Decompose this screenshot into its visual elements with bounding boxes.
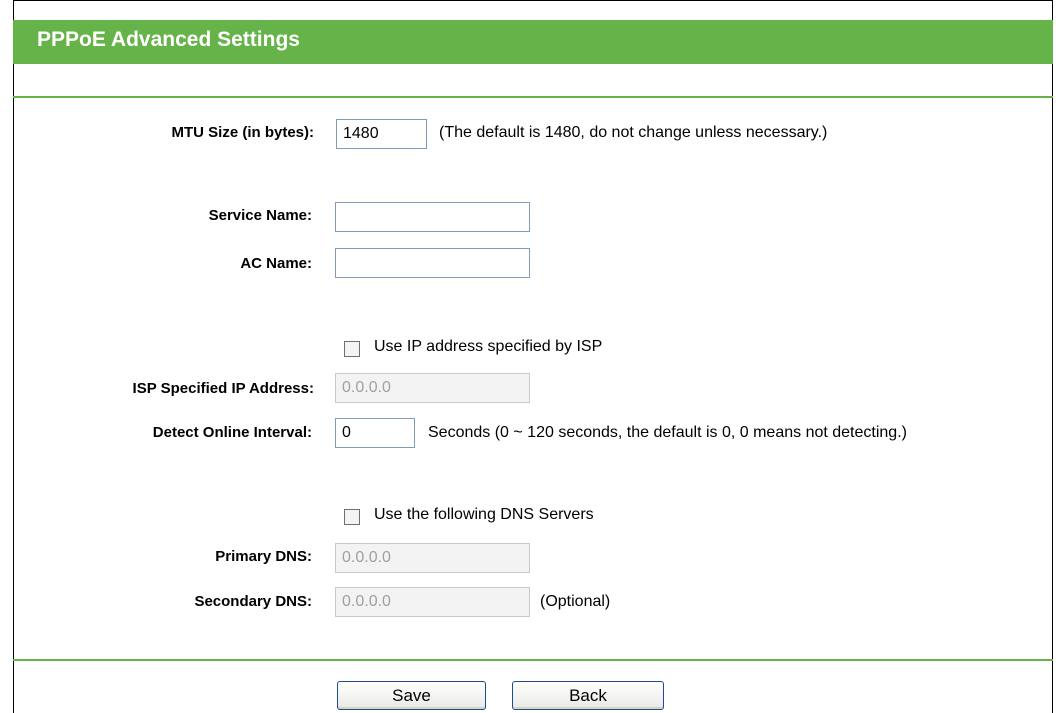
detect-interval-input[interactable] <box>335 418 415 448</box>
service-name-input[interactable] <box>335 202 530 232</box>
secondary-dns-label: Secondary DNS: <box>194 593 312 610</box>
detect-interval-label: Detect Online Interval: <box>152 424 312 441</box>
ac-name-input[interactable] <box>335 248 530 278</box>
ac-name-label: AC Name: <box>240 255 312 272</box>
isp-ip-label: ISP Specified IP Address: <box>132 380 314 397</box>
secondary-dns-note: (Optional) <box>540 593 611 610</box>
use-dns-label: Use the following DNS Servers <box>374 506 594 523</box>
primary-dns-label: Primary DNS: <box>215 548 312 565</box>
use-isp-ip-label: Use IP address specified by ISP <box>374 338 603 355</box>
isp-ip-input[interactable] <box>335 373 530 403</box>
mtu-input[interactable] <box>336 119 427 149</box>
bottom-divider <box>13 659 1053 661</box>
primary-dns-input[interactable] <box>335 543 530 573</box>
settings-frame <box>13 0 1053 713</box>
service-name-label: Service Name: <box>208 207 312 224</box>
secondary-dns-input[interactable] <box>335 587 530 617</box>
top-divider <box>13 96 1053 98</box>
detect-interval-note: Seconds (0 ~ 120 seconds, the default is… <box>428 424 907 441</box>
use-isp-ip-checkbox[interactable] <box>344 341 360 357</box>
mtu-note: (The default is 1480, do not change unle… <box>439 124 828 141</box>
use-dns-checkbox[interactable] <box>344 509 360 525</box>
title-bar: PPPoE Advanced Settings <box>13 20 1053 64</box>
save-button[interactable]: Save <box>337 681 486 710</box>
mtu-label: MTU Size (in bytes): <box>171 124 314 141</box>
back-button[interactable]: Back <box>512 681 664 710</box>
page-title: PPPoE Advanced Settings <box>37 28 300 51</box>
